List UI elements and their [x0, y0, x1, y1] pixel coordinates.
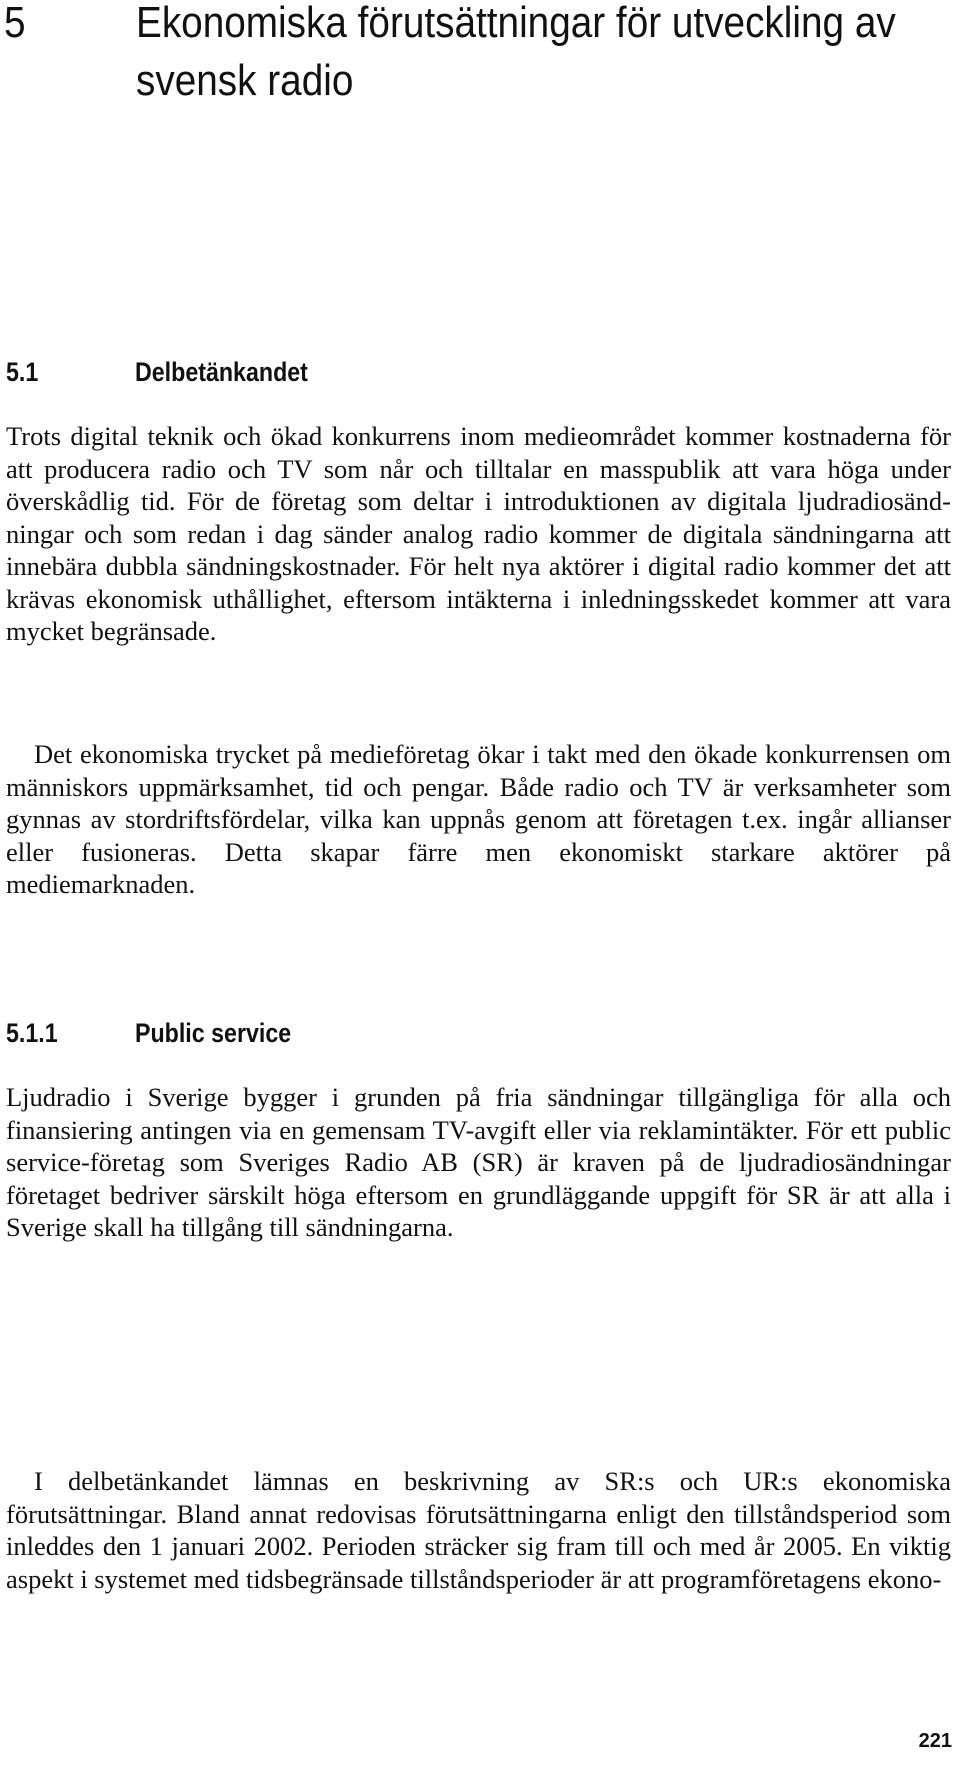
- section-paragraph-1: Trots digital teknik och ökad konkurrens…: [6, 421, 951, 646]
- subsection-number: 5.1.1: [6, 1018, 58, 1048]
- subsection-paragraph-1: Ljudradio i Sverige bygger i grunden på …: [6, 1082, 951, 1242]
- section-paragraph-2: Det ekonomiska trycket på medieföretag ö…: [6, 739, 951, 899]
- subsection-title: Public service: [135, 1018, 292, 1048]
- chapter-number: 5: [4, 0, 26, 47]
- section-title: Delbetänkandet: [135, 357, 308, 387]
- section-number: 5.1: [6, 357, 39, 387]
- page-number: 221: [918, 1730, 952, 1752]
- subsection-paragraph-2: I delbetänkandet lämnas en beskrivning a…: [6, 1466, 951, 1594]
- chapter-title: Ekonomiska förutsättningar för utvecklin…: [136, 0, 896, 105]
